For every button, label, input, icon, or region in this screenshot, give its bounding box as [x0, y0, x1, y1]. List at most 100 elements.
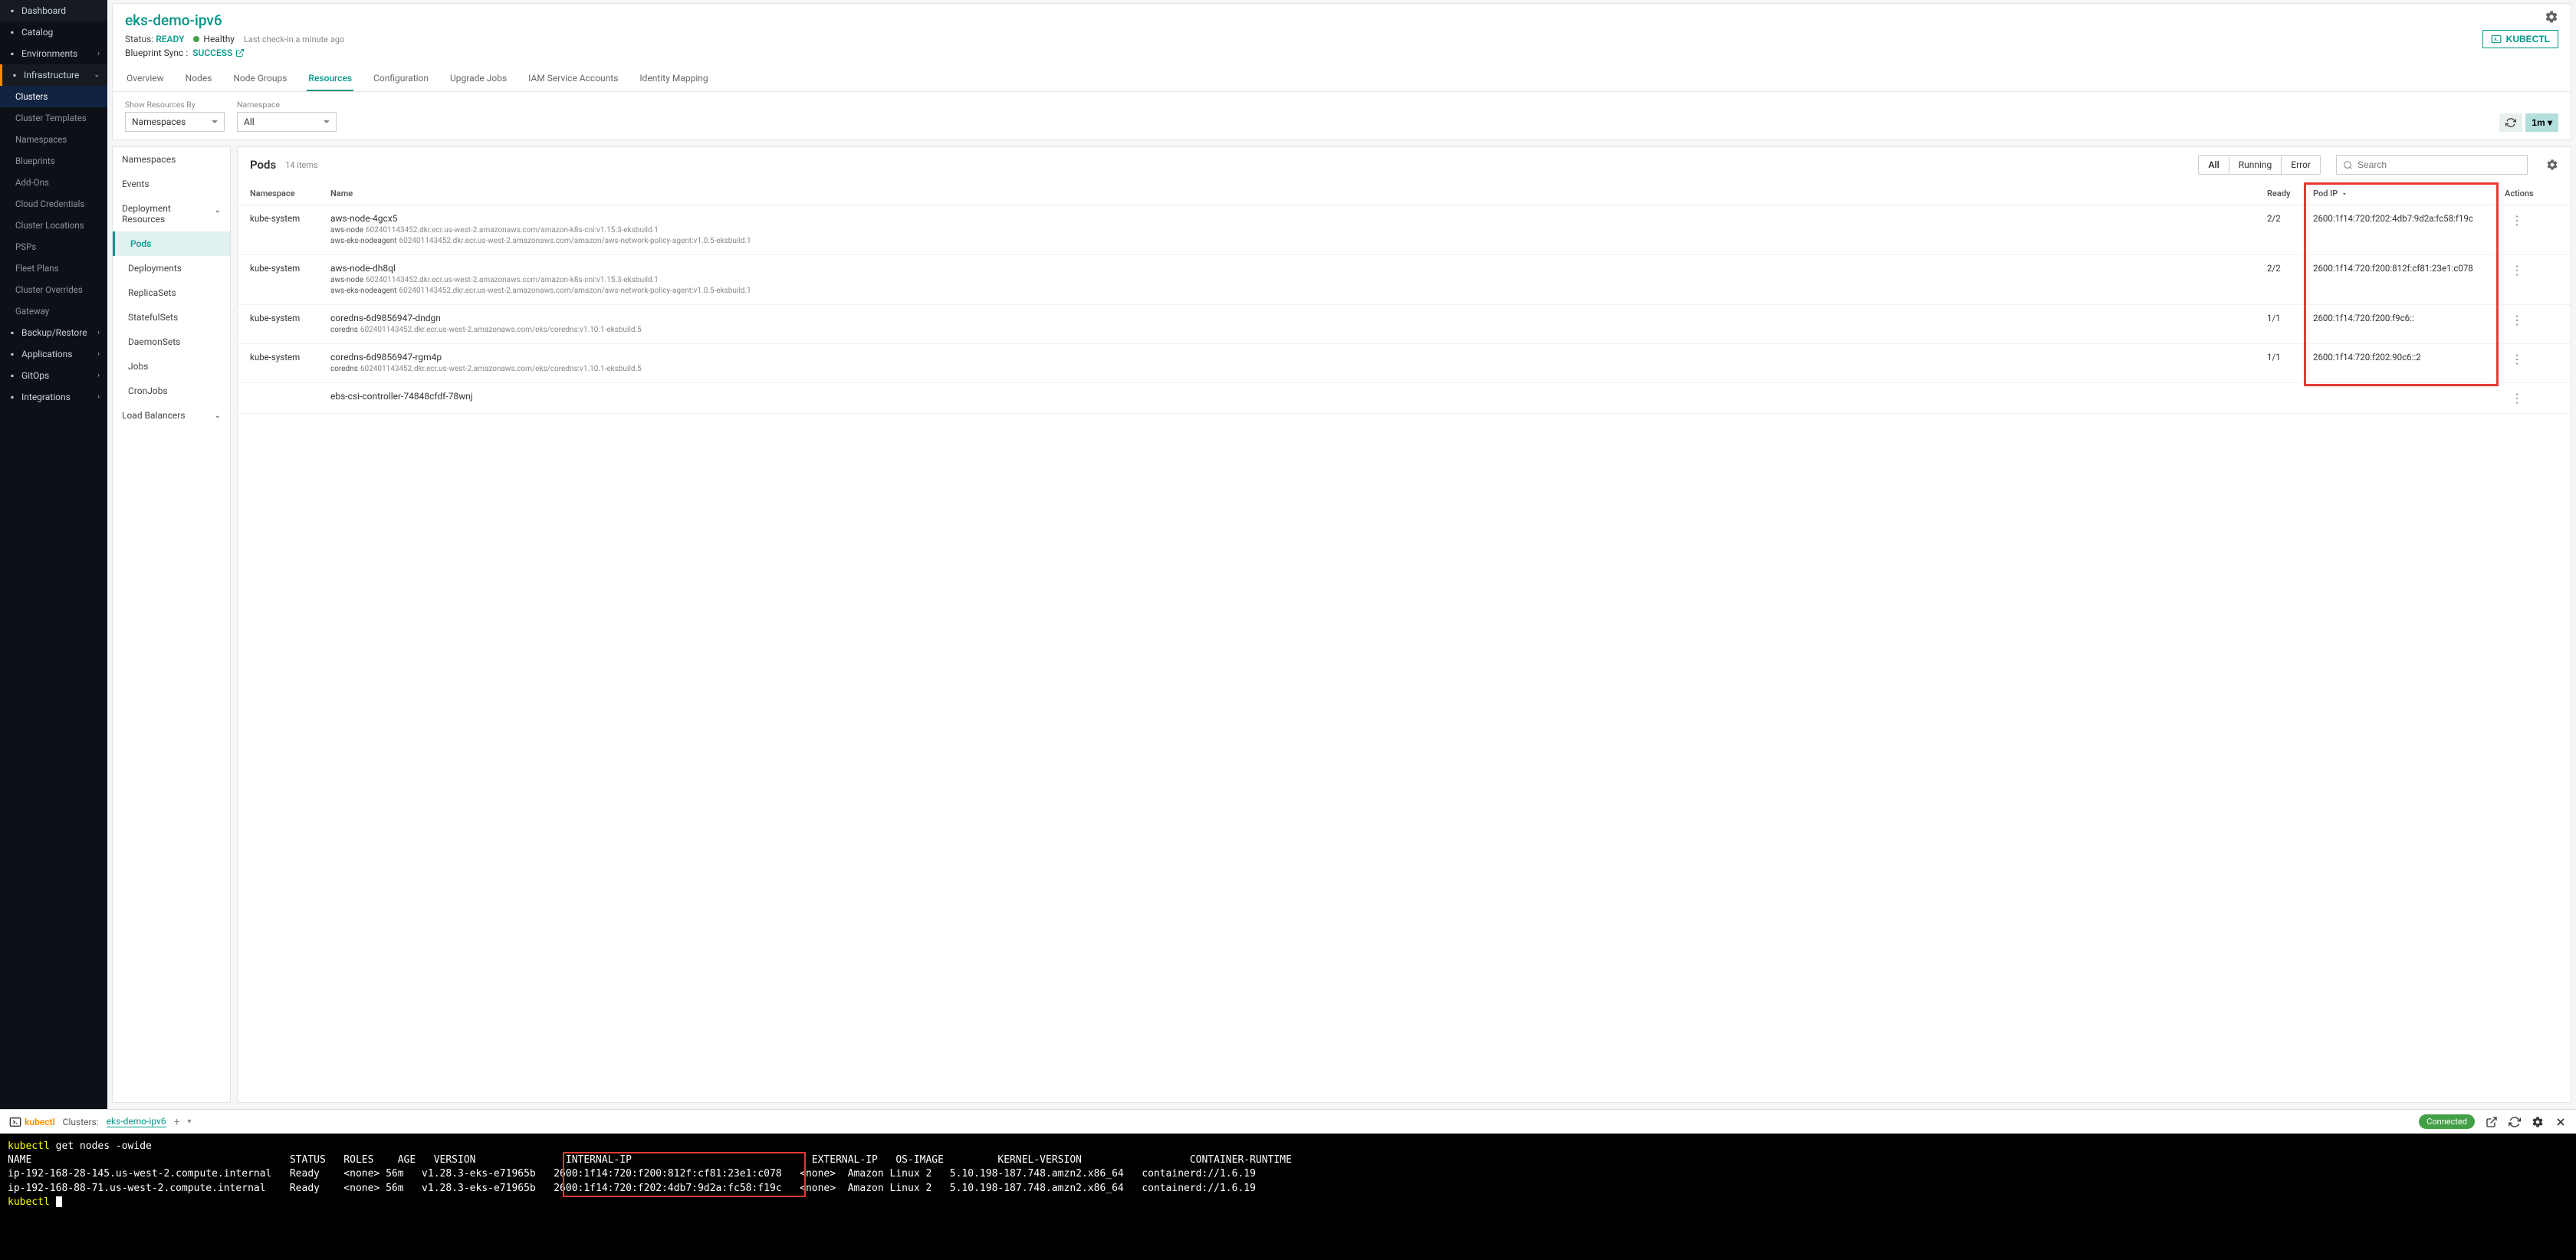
resource-group-load-balancers[interactable]: Load Balancers⌄ [113, 403, 230, 428]
table-row[interactable]: ebs-csi-controller-74848cfdf-78wnj ⋮ [238, 383, 2571, 414]
tab-iam-service-accounts[interactable]: IAM Service Accounts [527, 67, 619, 91]
pod-name: coredns-6d9856947-rgm4p [330, 352, 2267, 363]
col-name[interactable]: Name [330, 189, 2267, 199]
filter-namespace-label: Namespace [237, 100, 337, 110]
resource-type-jobs[interactable]: Jobs [113, 354, 230, 379]
terminal-prompt: kubectl [8, 1196, 50, 1208]
tab-resources[interactable]: Resources [307, 67, 353, 91]
sidebar-item-gitops[interactable]: ▪GitOps› [0, 365, 107, 386]
sync-label: Blueprint Sync : [125, 48, 188, 58]
col-pod-ip[interactable]: Pod IP [2313, 189, 2505, 199]
table-row[interactable]: kube-systemcoredns-6d9856947-rgm4pcoredn… [238, 344, 2571, 383]
terminal-command: get nodes -owide [56, 1140, 152, 1152]
cell-name: coredns-6d9856947-rgm4pcoredns6024011434… [330, 352, 2267, 375]
resource-group-deployment-resources[interactable]: Deployment Resources⌃ [113, 196, 230, 231]
table-settings-icon[interactable] [2546, 159, 2558, 171]
sidebar-item-gateway[interactable]: Gateway [0, 300, 107, 322]
resource-type-replicasets[interactable]: ReplicaSets [113, 281, 230, 305]
refresh-button[interactable] [2499, 113, 2522, 132]
resource-type-statefulsets[interactable]: StatefulSets [113, 305, 230, 330]
grid-icon: ▪ [8, 28, 17, 37]
terminal-header-row: NAME STATUS ROLES AGE VERSION INTERNAL-I… [8, 1154, 1309, 1166]
sidebar-item-catalog[interactable]: ▪Catalog [0, 21, 107, 43]
container-image: aws-node602401143452.dkr.ecr.us-west-2.a… [330, 275, 2267, 286]
resource-type-pods[interactable]: Pods [113, 231, 230, 256]
cell-pod-ip: 2600:1f14:720:f200:f9c6:: [2313, 313, 2505, 323]
resource-group-events[interactable]: Events [113, 172, 230, 196]
col-ready[interactable]: Ready [2267, 189, 2313, 199]
box-icon: ▪ [8, 349, 17, 359]
search-input[interactable] [2358, 159, 2521, 170]
sidebar-item-cluster-templates[interactable]: Cluster Templates [0, 107, 107, 129]
tab-node-groups[interactable]: Node Groups [232, 67, 288, 91]
terminal-output[interactable]: kubectl get nodes -owide NAME STATUS ROL… [0, 1134, 2576, 1260]
git-icon: ▪ [8, 371, 17, 380]
sidebar-item-backup-restore[interactable]: ▪Backup/Restore› [0, 322, 107, 343]
row-actions-icon[interactable]: ⋮ [2505, 352, 2529, 366]
sidebar-item-blueprints[interactable]: Blueprints [0, 150, 107, 172]
terminal-data-row: ip-192-168-88-71.us-west-2.compute.inter… [8, 1183, 1262, 1194]
cell-namespace: kube-system [250, 313, 330, 323]
filter-pill-running[interactable]: Running [2229, 156, 2282, 174]
resource-type-daemonsets[interactable]: DaemonSets [113, 330, 230, 354]
popout-icon[interactable] [2486, 1116, 2498, 1128]
tab-overview[interactable]: Overview [125, 67, 166, 91]
table-row[interactable]: kube-systemaws-node-dh8qlaws-node6024011… [238, 255, 2571, 305]
row-actions-icon[interactable]: ⋮ [2505, 263, 2529, 277]
cell-namespace: kube-system [250, 352, 330, 363]
tab-upgrade-jobs[interactable]: Upgrade Jobs [449, 67, 508, 91]
tab-identity-mapping[interactable]: Identity Mapping [638, 67, 709, 91]
sidebar-item-psps[interactable]: PSPs [0, 236, 107, 258]
add-cluster-button[interactable]: + [174, 1116, 180, 1128]
chevron-right-icon: › [97, 372, 100, 379]
sidebar-item-environments[interactable]: ▪Environments› [0, 43, 107, 64]
table-title: Pods [250, 158, 276, 172]
search-box[interactable] [2336, 155, 2528, 175]
show-by-select[interactable]: Namespaces [125, 112, 225, 132]
dropdown-icon[interactable]: ▾ [188, 1117, 192, 1126]
terminal-cluster-tab[interactable]: eks-demo-ipv6 [107, 1116, 166, 1127]
resource-type-cronjobs[interactable]: CronJobs [113, 379, 230, 403]
row-actions-icon[interactable]: ⋮ [2505, 391, 2529, 405]
row-actions-icon[interactable]: ⋮ [2505, 313, 2529, 327]
table-row[interactable]: kube-systemaws-node-4gcx5aws-node6024011… [238, 205, 2571, 255]
status-label: Status: [125, 34, 153, 44]
container-image: aws-eks-nodeagent602401143452.dkr.ecr.us… [330, 236, 2267, 247]
kubectl-button[interactable]: KUBECTL [2482, 30, 2558, 48]
sidebar-item-cluster-overrides[interactable]: Cluster Overrides [0, 279, 107, 300]
cell-name: aws-node-dh8qlaws-node602401143452.dkr.e… [330, 263, 2267, 297]
sidebar-item-applications[interactable]: ▪Applications› [0, 343, 107, 365]
terminal-settings-icon[interactable] [2532, 1116, 2544, 1128]
cell-ready: 2/2 [2267, 263, 2313, 274]
sidebar-item-fleet-plans[interactable]: Fleet Plans [0, 258, 107, 279]
filter-pill-error[interactable]: Error [2282, 156, 2320, 174]
sidebar-item-integrations[interactable]: ▪Integrations› [0, 386, 107, 408]
sync-status[interactable]: SUCCESS [192, 48, 245, 58]
sidebar-item-infrastructure[interactable]: ▪Infrastructure⌄ [0, 64, 107, 86]
sidebar-item-dashboard[interactable]: ▪Dashboard [0, 0, 107, 21]
interval-button[interactable]: 1m ▾ [2525, 113, 2558, 132]
sort-desc-icon [2341, 190, 2348, 198]
sidebar-item-cloud-credentials[interactable]: Cloud Credentials [0, 193, 107, 215]
namespace-select[interactable]: All [237, 112, 337, 132]
resource-type-deployments[interactable]: Deployments [113, 256, 230, 281]
tab-configuration[interactable]: Configuration [372, 67, 430, 91]
close-icon[interactable] [2555, 1116, 2567, 1128]
sidebar-item-namespaces[interactable]: Namespaces [0, 129, 107, 150]
resource-group-namespaces[interactable]: Namespaces [113, 147, 230, 172]
sidebar-item-cluster-locations[interactable]: Cluster Locations [0, 215, 107, 236]
terminal-refresh-icon[interactable] [2509, 1116, 2521, 1128]
table-row[interactable]: kube-systemcoredns-6d9856947-dndgncoredn… [238, 305, 2571, 344]
tab-nodes[interactable]: Nodes [184, 67, 214, 91]
gear-icon[interactable] [2545, 10, 2558, 24]
kubectl-logo: kubectl [9, 1116, 55, 1128]
col-namespace[interactable]: Namespace [250, 189, 330, 199]
terminal-icon [9, 1116, 21, 1128]
sidebar-item-add-ons[interactable]: Add-Ons [0, 172, 107, 193]
sidebar-item-clusters[interactable]: Clusters [0, 86, 107, 107]
pod-name: aws-node-dh8ql [330, 263, 2267, 274]
filter-pill-all[interactable]: All [2199, 156, 2229, 174]
cell-name: ebs-csi-controller-74848cfdf-78wnj [330, 391, 2267, 403]
table-count: 14 items [285, 160, 318, 170]
row-actions-icon[interactable]: ⋮ [2505, 213, 2529, 228]
